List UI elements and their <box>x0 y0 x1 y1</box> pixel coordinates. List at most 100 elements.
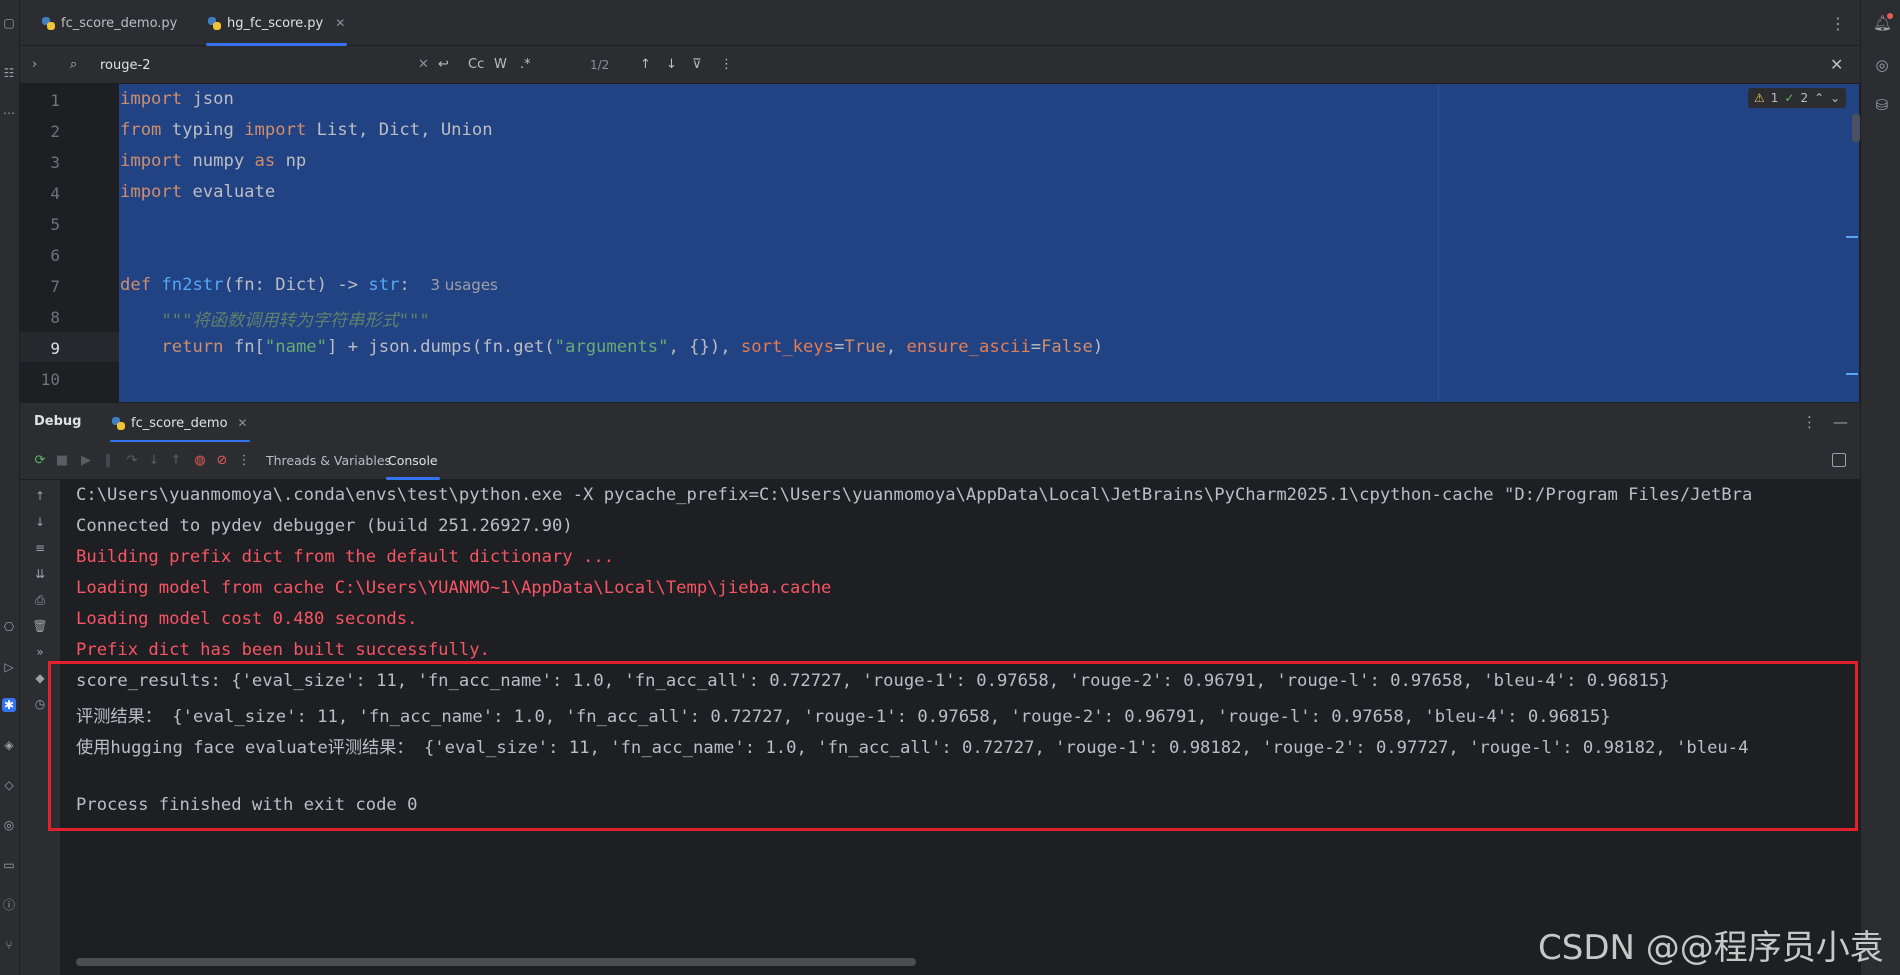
next-match-icon[interactable]: ↓ <box>666 56 677 74</box>
project-icon[interactable]: ▢ <box>2 16 16 30</box>
line-number: 7 <box>50 277 60 296</box>
python-console-icon[interactable]: ◇ <box>2 778 16 792</box>
chevron-right-icon[interactable]: › <box>32 56 37 74</box>
debug-title: Debug <box>34 414 82 429</box>
code-line: import evaluate <box>120 182 276 202</box>
debug-console[interactable]: ↑ ↓ ≡ ⇊ ⎙ 🗑︎ » ◆ ◷ C:\Users\yuanmomoya\.… <box>20 480 1860 975</box>
search-icon[interactable]: ⌕ <box>70 56 77 74</box>
debug-session-tab[interactable]: fc_score_demo ✕ <box>104 403 256 443</box>
more-options-icon[interactable]: ⋮ <box>1802 413 1817 431</box>
rerun-icon[interactable]: ⟳ <box>32 453 48 469</box>
problems-icon[interactable]: ◎ <box>2 818 16 832</box>
line-number: 2 <box>50 122 60 141</box>
match-case-toggle[interactable]: Cc <box>468 56 484 74</box>
tab-hg-fc-score[interactable]: hg_fc_score.py ✕ <box>198 0 355 46</box>
regex-toggle[interactable]: .* <box>520 56 531 74</box>
debug-icon[interactable]: ✱ <box>2 698 16 712</box>
editor-scrollbar[interactable] <box>1852 114 1860 142</box>
check-count: 2 <box>1800 91 1809 105</box>
debug-toolbar: ⟳ ■ ▶ ‖ ↷ ↓ ↑ ◍ ⊘ ⋮ Threads & Variables … <box>20 442 1860 480</box>
line-number: 10 <box>40 370 60 389</box>
tab-console[interactable]: Console <box>380 442 446 480</box>
scroll-up-icon[interactable]: ↑ <box>32 488 48 504</box>
search-result-marker[interactable] <box>1846 373 1858 375</box>
git-icon[interactable]: ⑂ <box>2 938 16 952</box>
horizontal-scrollbar[interactable] <box>76 958 916 966</box>
line-number: 8 <box>50 308 60 327</box>
left-tool-strip: ▢ ☷ ⋯ ⎔ ▷ ✱ ◈ ◇ ◎ ▭ ⓘ ⑂ <box>0 0 20 975</box>
editor-tabs-bar: fc_score_demo.py hg_fc_score.py ✕ ⋮ <box>20 0 1860 46</box>
print-icon[interactable]: ⎙ <box>32 592 48 608</box>
line-number: 5 <box>50 215 60 234</box>
layout-icon[interactable] <box>1832 453 1846 467</box>
debug-panel-actions: ⋮ — <box>1802 413 1848 431</box>
debug-panel-header: Debug fc_score_demo ✕ ⋮ — <box>20 402 1860 443</box>
step-out-icon[interactable]: ↑ <box>168 453 184 469</box>
warning-count: 1 <box>1770 91 1779 105</box>
clear-all-icon[interactable]: 🗑︎ <box>32 618 48 634</box>
line-number: 4 <box>50 184 60 203</box>
console-line-stderr: Building prefix dict from the default di… <box>76 547 615 567</box>
ai-assistant-icon[interactable]: ◎ <box>1873 56 1891 74</box>
toolbar-more-icon[interactable]: ⋮ <box>236 453 252 469</box>
close-find-icon[interactable]: ✕ <box>1830 56 1843 74</box>
chevron-up-icon[interactable]: ⌃ <box>1814 91 1824 105</box>
code-line: import json <box>120 89 234 109</box>
pause-icon[interactable]: ‖ <box>100 453 116 469</box>
more-icon[interactable]: ⋯ <box>2 106 16 120</box>
warning-icon: ⚠ <box>1754 91 1765 105</box>
scroll-to-end-icon[interactable]: ⇊ <box>32 566 48 582</box>
find-bar: › ⌕ ✕ ↩ Cc W .* 1/2 ↑ ↓ ⊽ ⋮ ✕ <box>20 46 1860 84</box>
filter-icon[interactable]: ⊽ <box>692 56 702 74</box>
stop-icon[interactable]: ■ <box>54 453 70 469</box>
notifications-icon[interactable]: 🔔︎ <box>1873 13 1893 32</box>
services-icon[interactable]: ⎔ <box>2 620 16 634</box>
debug-session-label: fc_score_demo <box>131 415 228 431</box>
chevron-down-icon[interactable]: ⌄ <box>1830 91 1840 105</box>
structure-icon[interactable]: ☷ <box>2 66 16 80</box>
line-number-current: 9 <box>50 339 60 358</box>
tab-threads-variables[interactable]: Threads & Variables <box>258 442 399 480</box>
python-prompt-icon[interactable]: ◆ <box>32 670 48 686</box>
code-line: """将函数调用转为字符串形式""" <box>161 311 430 331</box>
search-more-icon[interactable]: ⋮ <box>720 56 733 74</box>
step-over-icon[interactable]: ↷ <box>124 453 140 469</box>
tab-label: hg_fc_score.py <box>227 15 324 31</box>
clear-search-icon[interactable]: ✕ <box>418 56 429 74</box>
right-tool-strip: 🔔︎ ◎ ⛁ <box>1860 0 1900 975</box>
python-file-icon <box>208 16 221 30</box>
python-file-icon <box>112 416 125 430</box>
resume-icon[interactable]: ▶ <box>78 453 94 469</box>
tab-fc-score-demo[interactable]: fc_score_demo.py <box>32 0 187 46</box>
terminal-icon[interactable]: ▭ <box>2 858 16 872</box>
history-icon[interactable]: ◷ <box>32 696 48 712</box>
code-line: def fn2str(fn: Dict) -> str: 3 usages <box>120 275 498 295</box>
console-line: Connected to pydev debugger (build 251.2… <box>76 516 573 536</box>
info-icon[interactable]: ⓘ <box>2 898 16 912</box>
previous-match-icon[interactable]: ↑ <box>640 56 651 74</box>
console-line-stderr: Loading model cost 0.480 seconds. <box>76 609 418 629</box>
scroll-down-icon[interactable]: ↓ <box>32 514 48 530</box>
new-line-icon[interactable]: ↩ <box>438 56 449 74</box>
whole-words-toggle[interactable]: W <box>494 56 507 74</box>
database-icon[interactable]: ⛁ <box>1873 96 1891 114</box>
usages-hint[interactable]: 3 usages <box>430 276 497 294</box>
match-count: 1/2 <box>590 58 610 72</box>
code-editor[interactable]: 1 2 3 4 5 6 7 8 9 10 import json from ty… <box>20 84 1860 402</box>
close-session-icon[interactable]: ✕ <box>238 416 248 430</box>
run-icon[interactable]: ▷ <box>2 660 16 674</box>
close-tab-icon[interactable]: ✕ <box>335 16 345 30</box>
inspection-widget[interactable]: ⚠ 1 ✓ 2 ⌃ ⌄ <box>1748 88 1847 108</box>
view-breakpoints-icon[interactable]: ◍ <box>192 453 208 469</box>
mute-breakpoints-icon[interactable]: ⊘ <box>214 453 230 469</box>
code-line: return fn["name"] + json.dumps(fn.get("a… <box>161 337 1104 357</box>
step-into-icon[interactable]: ↓ <box>146 453 162 469</box>
minimize-icon[interactable]: — <box>1833 413 1848 431</box>
tabs-more-icon[interactable]: ⋮ <box>1830 14 1846 33</box>
search-result-marker[interactable] <box>1846 236 1858 238</box>
show-more-icon[interactable]: » <box>32 644 48 660</box>
console-line-stderr: Loading model from cache C:\Users\YUANMO… <box>76 578 832 598</box>
soft-wrap-icon[interactable]: ≡ <box>32 540 48 556</box>
search-input[interactable] <box>100 55 400 75</box>
python-packages-icon[interactable]: ◈ <box>2 738 16 752</box>
